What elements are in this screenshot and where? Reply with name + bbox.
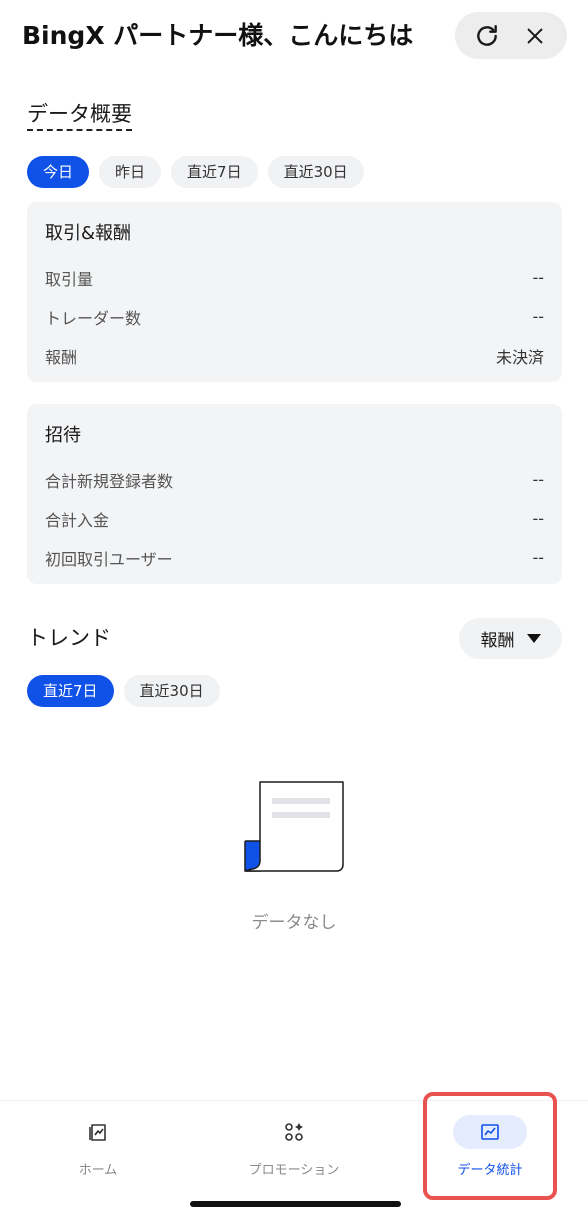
tab-trend-30-days[interactable]: 直近30日 [123,675,220,707]
overview-period-tabs: 今日 昨日 直近7日 直近30日 [27,156,364,188]
stat-value: -- [532,268,544,287]
stat-row: 報酬 未決済 [45,336,544,375]
trend-title: トレンド [27,626,111,650]
stat-row: トレーダー数 -- [45,297,544,336]
empty-document-icon [244,781,346,875]
trade-reward-card: 取引&報酬 取引量 -- トレーダー数 -- 報酬 未決済 [27,202,562,382]
stat-label: 報酬 [45,347,78,367]
close-icon[interactable] [520,21,550,51]
stat-row: 取引量 -- [45,258,544,297]
overview-title-label: データ概要 [27,102,132,131]
stat-label: 取引量 [45,269,94,289]
page-title: BingX パートナー様、こんにちは [22,21,414,50]
stat-row: 合計新規登録者数 -- [45,460,544,499]
header-actions [455,12,567,59]
stat-label: 合計新規登録者数 [45,471,174,491]
nav-label: ホーム [78,1163,118,1178]
trade-card-title: 取引&報酬 [45,223,132,244]
stat-value: -- [532,548,544,567]
nav-label: プロモーション [248,1163,340,1178]
invite-card-title: 招待 [45,425,81,446]
tab-yesterday[interactable]: 昨日 [99,156,162,188]
nav-item-promotion[interactable]: プロモーション [214,1115,374,1178]
caret-down-icon [526,629,541,649]
stat-value: -- [532,509,544,528]
tab-last-7-days[interactable]: 直近7日 [171,156,258,188]
dropdown-value: 報酬 [480,631,515,651]
home-indicator[interactable] [190,1201,401,1207]
stat-row: 初回取引ユーザー -- [45,538,544,577]
home-icon [61,1115,135,1149]
nav-item-home[interactable]: ホーム [18,1115,178,1178]
invite-card: 招待 合計新規登録者数 -- 合計入金 -- 初回取引ユーザー -- [27,404,562,584]
stat-label: 合計入金 [45,510,110,530]
stat-label: 初回取引ユーザー [45,549,173,569]
tab-today[interactable]: 今日 [27,156,90,188]
promotion-icon [257,1115,331,1149]
stat-value: -- [532,307,544,326]
overview-title[interactable]: データ概要 [27,100,132,131]
trend-metric-dropdown[interactable]: 報酬 [459,618,562,659]
tab-trend-7-days[interactable]: 直近7日 [27,675,114,707]
trend-period-tabs: 直近7日 直近30日 [27,675,220,707]
refresh-icon[interactable] [472,21,502,51]
stat-value: -- [532,470,544,489]
highlight-annotation [423,1092,557,1200]
empty-state-text: データなし [251,913,337,933]
header: BingX パートナー様、こんにちは [0,0,588,72]
stat-row: 合計入金 -- [45,499,544,538]
tab-last-30-days[interactable]: 直近30日 [267,156,364,188]
stat-label: トレーダー数 [45,308,142,328]
stat-value: 未決済 [495,347,544,367]
